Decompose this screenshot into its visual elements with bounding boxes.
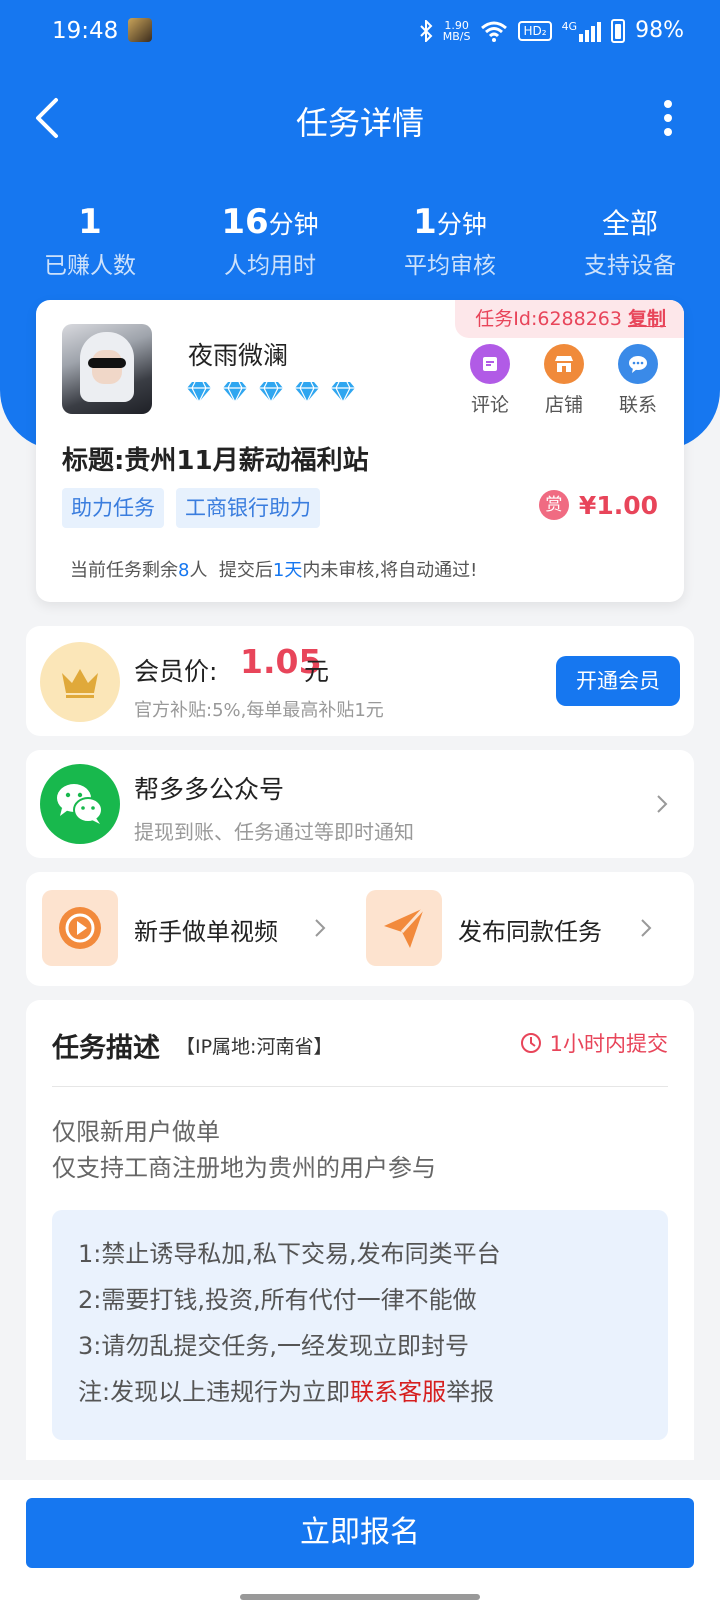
- tutorial-video-link[interactable]: 新手做单视频: [26, 872, 360, 986]
- crown-icon: [40, 642, 120, 722]
- open-membership-button[interactable]: 开通会员: [556, 656, 680, 706]
- copy-id-link[interactable]: 复制: [628, 308, 666, 330]
- task-stats: 1 已赚人数 16分钟 人均用时 1分钟 平均审核 全部 支持设备: [0, 200, 720, 280]
- task-remaining-info: 当前任务剩余8人 提交后1天内未审核,将自动通过!: [70, 560, 478, 581]
- status-time: 19:48: [52, 18, 119, 44]
- stat-avg-review: 1分钟 平均审核: [404, 202, 496, 279]
- send-icon: [366, 890, 442, 966]
- description-title: 任务描述: [52, 1033, 160, 1064]
- chevron-right-icon: [657, 795, 668, 813]
- shortcut-card: 新手做单视频 发布同款任务: [26, 872, 694, 986]
- diamond-icon: [223, 381, 247, 404]
- description-line: 仅限新用户做单: [52, 1118, 220, 1146]
- ip-location: 【IP属地:河南省】: [176, 1036, 333, 1058]
- task-description-card: 任务描述 【IP属地:河南省】 1小时内提交 仅限新用户做单 仅支持工商注册地为…: [26, 1000, 694, 1460]
- task-rules: 1:禁止诱导私加,私下交易,发布同类平台 2:需要打钱,投资,所有代付一律不能做…: [52, 1210, 668, 1440]
- member-price-card: 会员价: 1.05 元 官方补贴:5%,每单最高补贴1元 开通会员: [26, 626, 694, 736]
- battery-icon: [611, 18, 626, 43]
- diamond-icon: [295, 381, 319, 404]
- page-title: 任务详情: [295, 104, 424, 142]
- wechat-account-subtitle: 提现到账、任务通过等即时通知: [134, 820, 414, 844]
- diamond-icon: [259, 381, 283, 404]
- net-speed: 1.90 MB/S: [442, 18, 471, 43]
- status-icons: 1.90 MB/S HD₂ 4G 98%: [419, 18, 684, 43]
- member-price-unit: 元: [304, 657, 330, 686]
- battery-level: 98%: [635, 18, 684, 43]
- shop-button[interactable]: 店铺: [540, 344, 588, 417]
- rule-line: 1:禁止诱导私加,私下交易,发布同类平台: [78, 1240, 501, 1268]
- diamond-icon: [331, 381, 355, 404]
- contact-support-link[interactable]: 联系客服: [350, 1378, 446, 1406]
- chevron-right-icon: [641, 919, 652, 937]
- publisher-name: 夜雨微澜: [188, 341, 289, 370]
- stat-earned: 1 已赚人数: [44, 202, 136, 279]
- home-indicator: [240, 1594, 480, 1600]
- task-reward: 赏 ¥1.00: [538, 490, 658, 520]
- comment-icon: [470, 344, 510, 384]
- rule-line: 3:请勿乱提交任务,一经发现立即封号: [78, 1332, 469, 1360]
- chevron-right-icon: [315, 919, 326, 937]
- bottom-bar: 立即报名: [0, 1480, 720, 1612]
- member-subsidy-note: 官方补贴:5%,每单最高补贴1元: [134, 700, 384, 721]
- task-tags: 助力任务 工商银行助力: [62, 488, 320, 528]
- clock-icon: [520, 1033, 541, 1053]
- member-price-label: 会员价:: [134, 657, 218, 686]
- divider: [52, 1086, 668, 1087]
- publish-similar-task-label: 发布同款任务: [458, 918, 602, 946]
- more-icon[interactable]: [660, 100, 676, 136]
- notification-app-icon: [128, 18, 152, 42]
- status-bar: 19:48 1.90 MB/S HD₂ 4G 98%: [0, 0, 720, 66]
- description-line: 仅支持工商注册地为贵州的用户参与: [52, 1154, 436, 1182]
- shop-icon: [544, 344, 584, 384]
- hd-icon: HD₂: [518, 20, 552, 41]
- publisher-actions: 评论 店铺 联系: [466, 344, 662, 417]
- task-tag: 工商银行助力: [176, 488, 320, 528]
- diamond-icon: [187, 381, 211, 404]
- task-card: 任务Id:6288263 复制 夜雨微澜 评论 店铺 联系 标题:贵州11月薪动…: [36, 300, 684, 602]
- wechat-account-title: 帮多多公众号: [134, 775, 285, 804]
- wechat-icon: [40, 764, 120, 844]
- publish-similar-task-link[interactable]: 发布同款任务: [360, 872, 694, 986]
- tutorial-video-label: 新手做单视频: [134, 918, 278, 946]
- nav-bar: 任务详情: [0, 86, 720, 150]
- chat-icon: [618, 344, 658, 384]
- submit-deadline: 1小时内提交: [520, 1028, 668, 1058]
- play-video-icon: [42, 890, 118, 966]
- wifi-icon: [481, 21, 508, 42]
- task-id-badge: 任务Id:6288263 复制: [455, 300, 684, 338]
- stat-avg-time: 16分钟 人均用时: [221, 202, 319, 279]
- task-title: 标题:贵州11月薪动福利站: [62, 446, 369, 476]
- sign-up-button[interactable]: 立即报名: [26, 1498, 694, 1568]
- rule-note: 注:发现以上违规行为立即联系客服举报: [78, 1378, 495, 1406]
- publisher-level-gems: [186, 380, 356, 404]
- rule-line: 2:需要打钱,投资,所有代付一律不能做: [78, 1286, 477, 1314]
- task-tag: 助力任务: [62, 488, 164, 528]
- comment-button[interactable]: 评论: [466, 344, 514, 417]
- reward-amount: ¥1.00: [578, 490, 658, 520]
- stat-devices: 全部 支持设备: [584, 207, 676, 279]
- reward-badge: 赏: [538, 490, 569, 520]
- contact-button[interactable]: 联系: [614, 344, 662, 417]
- bluetooth-icon: [420, 19, 433, 42]
- publisher-avatar[interactable]: [62, 324, 152, 414]
- wechat-account-card[interactable]: 帮多多公众号 提现到账、任务通过等即时通知: [26, 750, 694, 858]
- signal-icon: 4G: [562, 20, 602, 42]
